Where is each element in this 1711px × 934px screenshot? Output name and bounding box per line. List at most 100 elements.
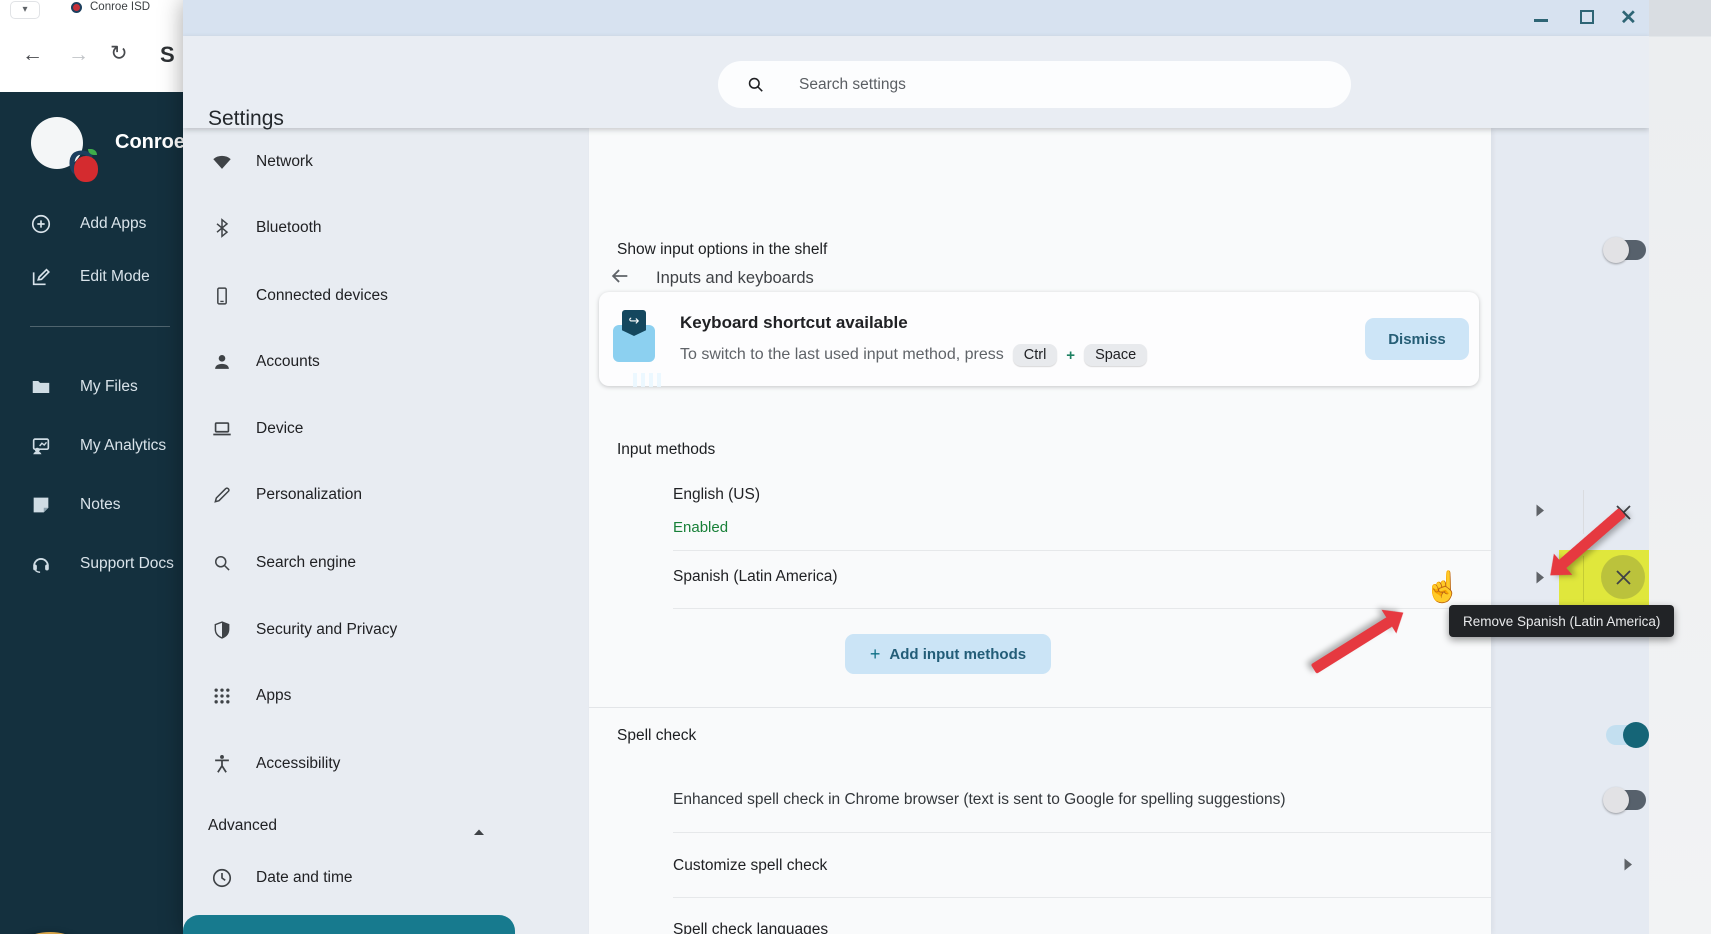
row-divider	[673, 608, 1491, 609]
wifi-icon	[211, 151, 233, 173]
input-methods-label: Input methods	[617, 441, 715, 459]
show-input-options-toggle[interactable]	[1606, 240, 1646, 260]
input-method-english[interactable]: English (US)	[673, 486, 760, 504]
magnifier-icon	[211, 552, 233, 574]
sidebar-item-label: Notes	[80, 496, 121, 514]
settings-nav-accessibility[interactable]: Accessibility	[183, 740, 589, 788]
nav-label: Date and time	[256, 869, 353, 887]
life-preserver-image	[0, 915, 123, 934]
shortcut-description-text: To switch to the last used input method,…	[680, 346, 1004, 364]
sidebar-item-edit-mode[interactable]: Edit Mode	[0, 255, 183, 299]
browser-forward-button[interactable]: →	[68, 44, 89, 65]
nav-label: Accounts	[256, 353, 320, 371]
sidebar-item-label: Add Apps	[80, 215, 146, 233]
chevron-right-icon[interactable]	[1535, 571, 1545, 589]
search-icon	[746, 75, 765, 94]
clock-icon	[211, 867, 233, 889]
ctrl-keycap: Ctrl	[1013, 344, 1058, 366]
settings-header: Settings	[183, 36, 1649, 128]
close-icon[interactable]: ✕	[1620, 5, 1637, 30]
spell-check-label: Spell check	[617, 727, 696, 745]
browser-chrome: ▾ Conroe ISD ← → ↻ S	[0, 0, 183, 92]
chevron-up-icon	[473, 823, 485, 841]
subpage-header: Inputs and keyboards	[609, 265, 814, 292]
add-input-methods-button[interactable]: + Add input methods	[845, 634, 1051, 674]
back-arrow-icon[interactable]	[609, 265, 631, 292]
window-titlebar: ✕	[183, 0, 1649, 36]
browser-reload-button[interactable]: ↻	[110, 43, 128, 64]
subpage-title: Inputs and keyboards	[656, 269, 814, 288]
shortcut-card-description: To switch to the last used input method,…	[680, 344, 1147, 366]
spell-check-languages-row[interactable]: Spell check languages	[673, 921, 828, 934]
settings-nav-date-time[interactable]: Date and time	[183, 854, 589, 902]
remove-spanish-button[interactable]	[1603, 557, 1643, 597]
plus-circle-icon	[30, 213, 52, 235]
conroe-sidebar: C Conroe Add Apps Edit Mode My Files	[0, 92, 183, 934]
advanced-section-toggle[interactable]: Advanced	[183, 802, 589, 850]
smartphone-icon	[211, 285, 233, 307]
settings-nav-device[interactable]: Device	[183, 405, 589, 453]
sidebar-item-my-analytics[interactable]: My Analytics	[0, 424, 183, 468]
laptop-icon	[211, 418, 233, 440]
shield-icon	[211, 619, 233, 641]
tooltip: Remove Spanish (Latin America)	[1449, 605, 1674, 637]
conroe-brand-title: Conroe	[115, 131, 183, 154]
hand-cursor-icon: ☝	[1424, 570, 1461, 605]
tooltip-text: Remove Spanish (Latin America)	[1463, 614, 1660, 629]
settings-nav-personalization[interactable]: Personalization	[183, 471, 589, 519]
add-input-methods-label: Add input methods	[889, 646, 1026, 663]
dismiss-button[interactable]: Dismiss	[1365, 318, 1469, 360]
settings-nav: Network Bluetooth Connected devices Acco…	[183, 128, 589, 934]
nav-label: Network	[256, 153, 313, 171]
notes-icon	[30, 494, 52, 516]
settings-nav-connected-devices[interactable]: Connected devices	[183, 272, 589, 320]
plus-separator: +	[1066, 347, 1075, 364]
section-divider	[589, 707, 1491, 708]
input-method-spanish[interactable]: Spanish (Latin America)	[673, 568, 838, 586]
customize-spell-check-row[interactable]: Customize spell check	[673, 857, 827, 875]
accessibility-icon	[211, 753, 233, 775]
person-icon	[211, 351, 233, 373]
edit-pencil-icon	[30, 266, 52, 288]
sidebar-item-support-docs[interactable]: Support Docs	[0, 542, 183, 586]
sidebar-item-add-apps[interactable]: Add Apps	[0, 202, 183, 246]
minimize-icon[interactable]	[1534, 19, 1548, 22]
spell-check-toggle[interactable]	[1606, 725, 1646, 745]
desktop-background	[1649, 0, 1711, 934]
row-divider	[673, 832, 1491, 833]
headset-icon	[30, 553, 52, 575]
chevron-right-icon[interactable]	[1535, 504, 1545, 522]
browser-back-button[interactable]: ←	[22, 44, 43, 65]
row-separator	[1583, 556, 1584, 602]
browser-tab[interactable]: Conroe ISD	[90, 1, 150, 13]
maximize-icon[interactable]	[1580, 10, 1594, 24]
space-keycap: Space	[1084, 344, 1147, 366]
english-status: Enabled	[673, 519, 728, 536]
tab-search-button[interactable]: ▾	[10, 1, 40, 19]
enhanced-spell-check-toggle[interactable]	[1606, 790, 1646, 810]
nav-label: Connected devices	[256, 287, 388, 305]
pen-icon	[211, 484, 233, 506]
sidebar-item-notes[interactable]: Notes	[0, 483, 183, 527]
search-bar[interactable]	[718, 61, 1351, 108]
settings-nav-network[interactable]: Network	[183, 138, 589, 186]
page-title: Settings	[208, 107, 284, 131]
sidebar-item-label: Edit Mode	[80, 268, 150, 286]
screen: ▾ Conroe ISD ← → ↻ S C Conroe Add Apps E…	[0, 0, 1711, 934]
apps-grid-icon	[211, 685, 233, 707]
folder-icon	[30, 376, 52, 398]
settings-nav-bluetooth[interactable]: Bluetooth	[183, 204, 589, 252]
settings-nav-apps[interactable]: Apps	[183, 672, 589, 720]
settings-nav-accounts[interactable]: Accounts	[183, 338, 589, 386]
chevron-right-icon[interactable]	[1623, 858, 1633, 876]
search-input[interactable]	[797, 75, 1277, 95]
sidebar-item-my-files[interactable]: My Files	[0, 365, 183, 409]
show-input-options-label: Show input options in the shelf	[617, 241, 827, 259]
settings-window: ✕ Settings Network Bluetooth Connected d…	[183, 0, 1649, 934]
row-divider	[673, 550, 1491, 551]
enhanced-spell-check-label: Enhanced spell check in Chrome browser (…	[673, 791, 1286, 809]
settings-nav-search-engine[interactable]: Search engine	[183, 539, 589, 587]
sidebar-item-label: My Files	[80, 378, 138, 396]
settings-nav-security-privacy[interactable]: Security and Privacy	[183, 606, 589, 654]
close-x-icon	[1615, 569, 1632, 586]
